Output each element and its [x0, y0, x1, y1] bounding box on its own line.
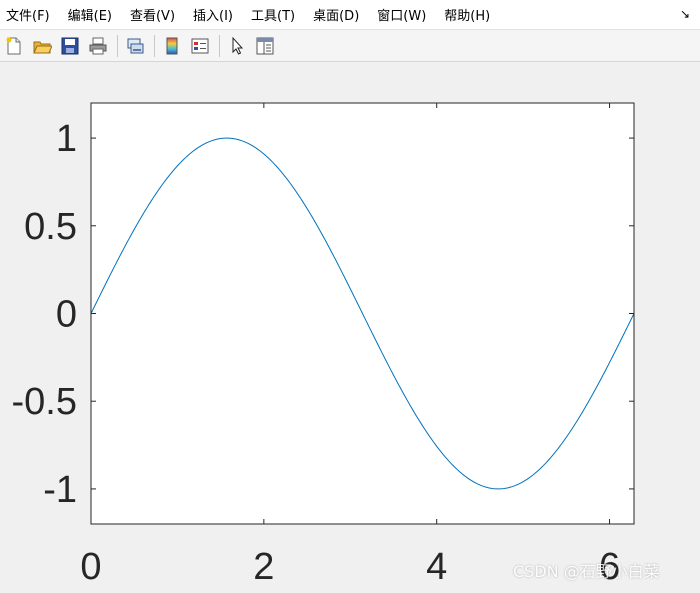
- new-figure-icon: [6, 37, 21, 54]
- menu-insert[interactable]: 插入(I): [193, 5, 233, 24]
- legend-icon: [191, 38, 209, 53]
- menu-desktop[interactable]: 桌面(D): [313, 5, 359, 24]
- new-figure-button[interactable]: [3, 35, 25, 57]
- property-editor-icon: [256, 37, 274, 54]
- sine-plot: 0 2 4 6-1-0.500.51: [12, 102, 635, 588]
- x-tick-label: 2: [253, 546, 274, 588]
- print-button[interactable]: [87, 35, 109, 57]
- link-plot-icon: [127, 38, 144, 53]
- menu-window[interactable]: 窗口(W): [377, 5, 426, 24]
- y-tick-label: 1: [56, 118, 77, 160]
- legend-button[interactable]: [189, 35, 211, 57]
- figure-area: 0 2 4 6 -1 -0.5 0 0.5 1: [0, 63, 700, 589]
- pointer-icon: [232, 36, 244, 55]
- print-icon: [89, 37, 107, 54]
- x-tick-label: 0: [80, 546, 101, 588]
- toolbar-separator: [117, 34, 118, 57]
- pointer-button[interactable]: [226, 35, 248, 57]
- colorbar-button[interactable]: [161, 35, 183, 57]
- x-tick-label: 4: [426, 546, 447, 588]
- save-icon: [61, 37, 79, 54]
- property-editor-button[interactable]: [254, 35, 276, 57]
- menu-help[interactable]: 帮助(H): [444, 5, 490, 24]
- figure-toolbar: [0, 30, 700, 62]
- menu-bar: 文件(F) 编辑(E) 查看(V) 插入(I) 工具(T) 桌面(D) 窗口(W…: [0, 0, 700, 30]
- menu-tools[interactable]: 工具(T): [251, 5, 295, 24]
- y-tick-label: 0.5: [24, 206, 77, 248]
- y-tick-label: 0: [56, 294, 77, 336]
- menu-edit[interactable]: 编辑(E): [68, 5, 112, 24]
- toolbar-separator: [219, 34, 220, 57]
- watermark-text: CSDN @石野小白菜: [513, 562, 660, 581]
- open-file-icon: [33, 41, 52, 53]
- dock-arrow-icon[interactable]: ↘: [680, 7, 690, 21]
- menu-view[interactable]: 查看(V): [130, 5, 175, 24]
- y-tick-label: -0.5: [12, 381, 77, 423]
- menu-file[interactable]: 文件(F): [6, 5, 50, 24]
- link-plot-button[interactable]: [124, 35, 146, 57]
- toolbar-separator: [154, 34, 155, 57]
- colorbar-icon: [166, 37, 178, 54]
- open-file-button[interactable]: [31, 35, 53, 57]
- save-button[interactable]: [59, 35, 81, 57]
- y-tick-label: -1: [43, 469, 77, 511]
